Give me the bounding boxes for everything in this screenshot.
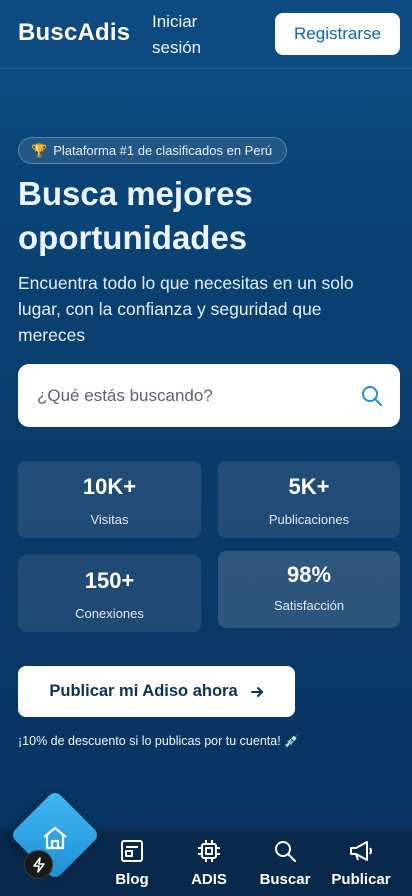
search-box bbox=[18, 364, 400, 427]
publish-adiso-button[interactable]: Publicar mi Adiso ahora bbox=[18, 666, 295, 717]
search-input[interactable] bbox=[18, 385, 338, 406]
nav-label: ADIS bbox=[191, 871, 227, 888]
stat-card-satisfaction: 98% Satisfacción bbox=[218, 551, 400, 628]
nav-label: Blog bbox=[115, 871, 149, 888]
blog-icon bbox=[121, 840, 143, 862]
quick-action-button[interactable] bbox=[24, 850, 53, 879]
nav-item-search[interactable]: Buscar bbox=[255, 830, 315, 896]
nav-item-publish[interactable]: Publicar bbox=[331, 830, 391, 896]
login-link[interactable]: Iniciar sesión bbox=[152, 9, 222, 61]
stat-value: 150+ bbox=[84, 568, 135, 593]
badge-text: Plataforma #1 de clasificados en Perú bbox=[53, 143, 273, 158]
publish-button-label: Publicar mi Adiso ahora bbox=[49, 682, 238, 700]
hero-subtext: Encuentra todo lo que necesitas en un so… bbox=[18, 273, 354, 345]
discount-note: ¡10% de descuento si lo publicas por tu … bbox=[18, 734, 300, 748]
nav-item-adis[interactable]: ADIS bbox=[179, 830, 239, 896]
page-title: Busca mejores oportunidades bbox=[18, 175, 253, 256]
megaphone-icon bbox=[350, 841, 372, 861]
top-header: BuscAdis Iniciar sesión Registrarse bbox=[0, 0, 412, 69]
stat-label: Publicaciones bbox=[268, 512, 350, 527]
stat-label: Satisfacción bbox=[273, 598, 345, 613]
platform-badge: 🏆 Plataforma #1 de clasificados en Perú bbox=[18, 137, 288, 164]
search-icon[interactable] bbox=[360, 384, 384, 408]
lightning-icon bbox=[32, 856, 45, 873]
stat-card-connections: 150+ Conexiones bbox=[18, 555, 201, 632]
logo[interactable]: BuscAdis bbox=[18, 19, 130, 47]
trophy-icon: 🏆 bbox=[31, 142, 48, 158]
register-button[interactable]: Registrarse bbox=[275, 13, 400, 55]
stat-card-publications: 5K+ Publicaciones bbox=[218, 461, 400, 538]
nav-label: Buscar bbox=[259, 871, 311, 888]
nav-item-blog[interactable]: Blog bbox=[102, 830, 162, 896]
stat-value: 98% bbox=[286, 562, 332, 587]
stat-label: Visitas bbox=[90, 512, 129, 527]
stat-card-visits: 10K+ Visitas bbox=[18, 461, 201, 538]
home-icon[interactable] bbox=[40, 823, 70, 853]
arrow-right-icon bbox=[250, 686, 263, 697]
search-icon bbox=[275, 841, 296, 862]
chip-icon bbox=[198, 840, 220, 862]
stat-value: 5K+ bbox=[288, 474, 330, 499]
stat-label: Conexiones bbox=[75, 606, 144, 621]
stat-value: 10K+ bbox=[82, 474, 137, 499]
nav-label: Publicar bbox=[331, 871, 391, 888]
